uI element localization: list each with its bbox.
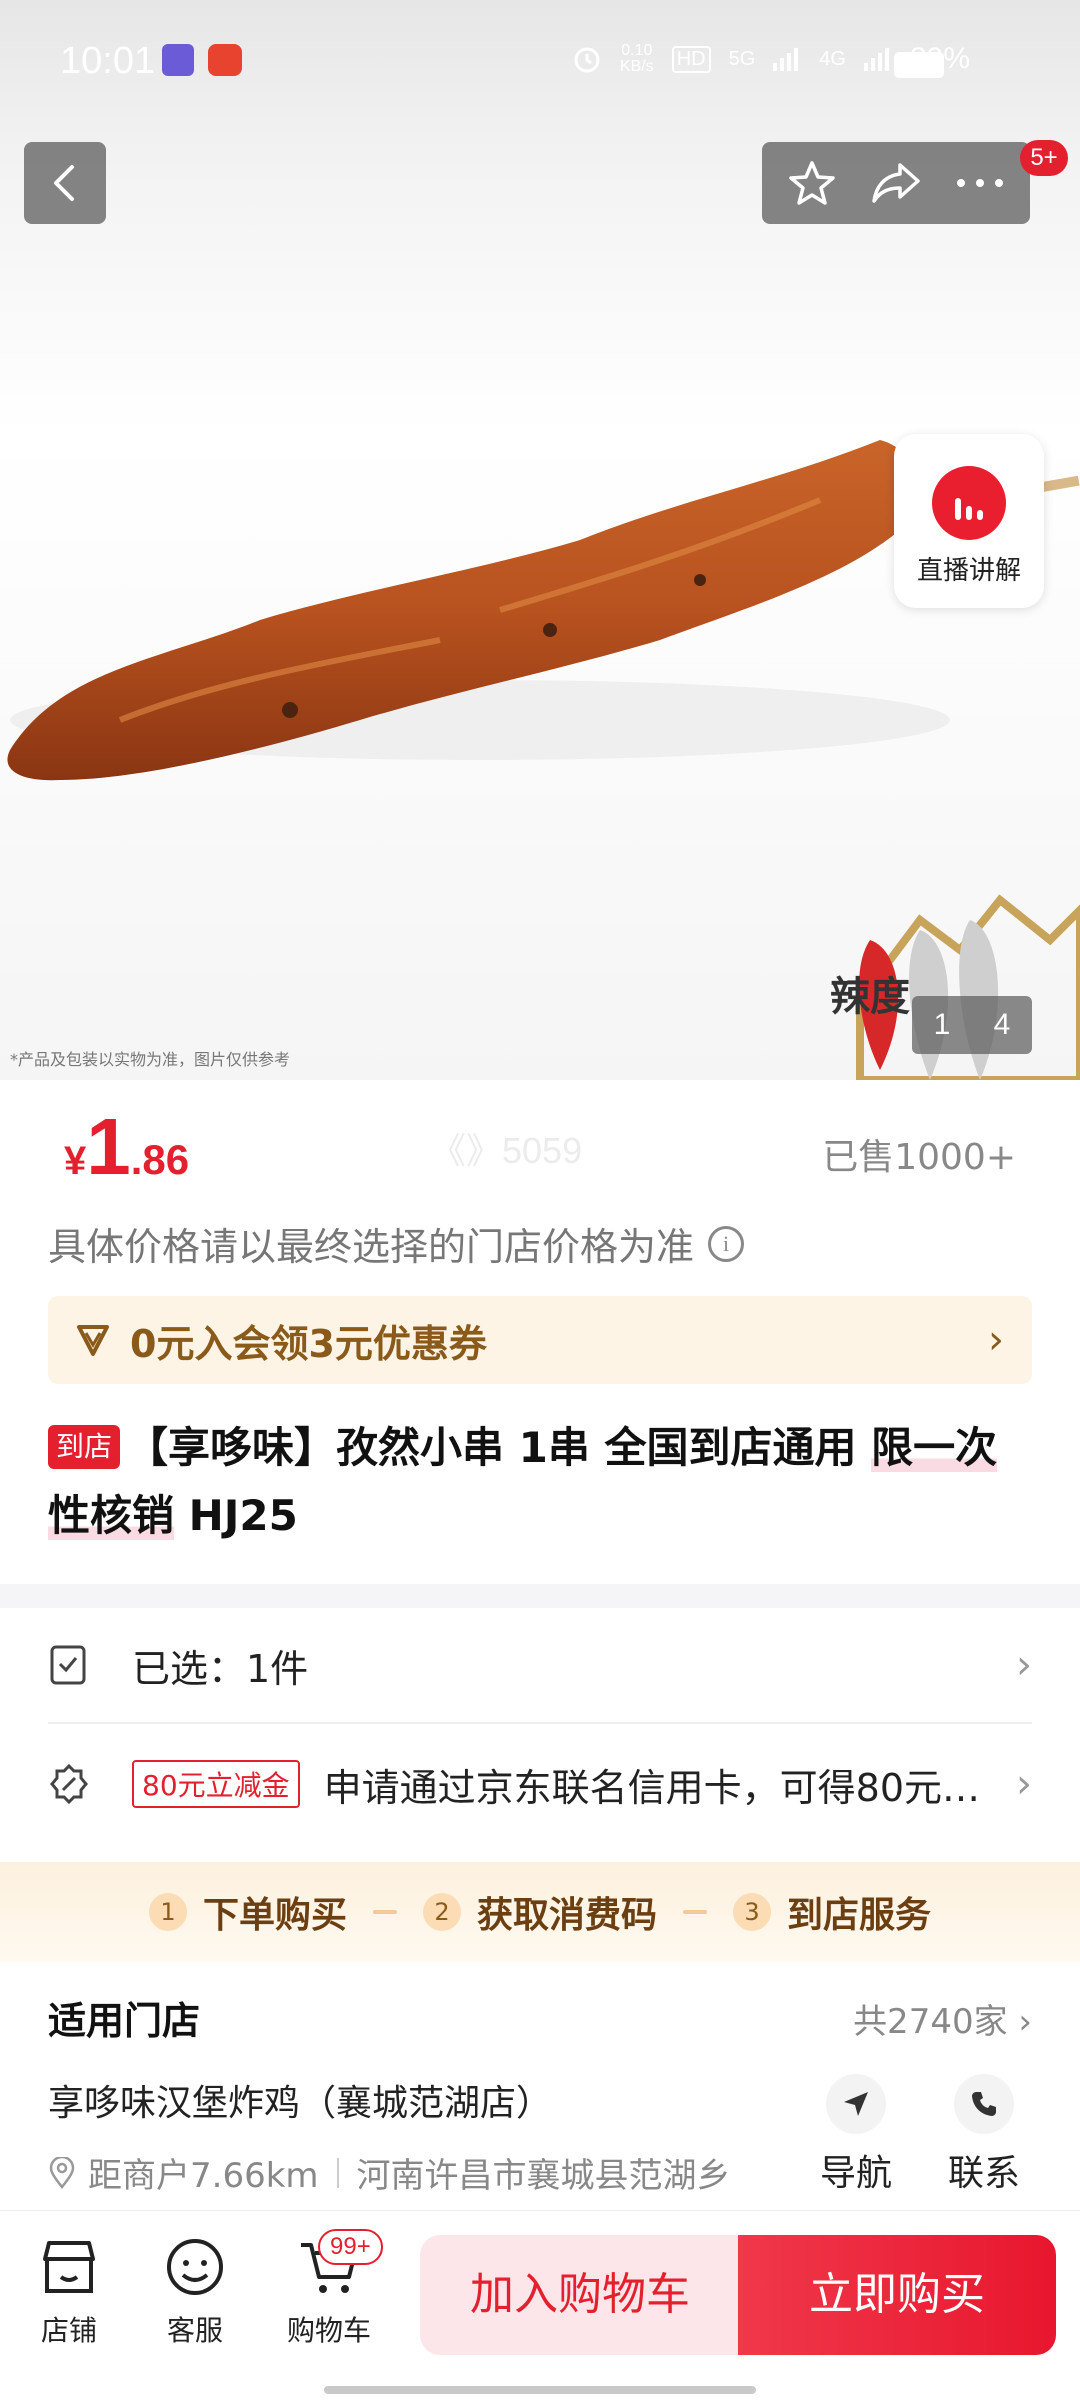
selection-row[interactable]: 已选：1件 › <box>48 1608 1032 1724</box>
store-address-text: 河南许昌市襄城县范湖乡 <box>356 2156 731 2196</box>
signal-5g: 5G <box>728 47 756 70</box>
signal-4g: 4G <box>819 47 846 70</box>
live-label: 直播讲解 <box>916 556 1021 586</box>
favorite-button[interactable] <box>782 153 842 213</box>
app-notification-icon <box>208 44 242 76</box>
live-explain-button[interactable]: 直播讲解 <box>894 434 1044 608</box>
price-currency: ¥ <box>64 1139 87 1183</box>
signal-icon <box>863 48 889 71</box>
store-distance: 距商户7.66km <box>88 2156 319 2196</box>
product-title: 到店 【享哆味】孜然小串 1串 全国到店通用 限一次性核销 HJ25 <box>48 1414 1038 1550</box>
star-icon <box>789 161 835 205</box>
shop-button[interactable]: 店铺 <box>14 2237 124 2349</box>
step-2: 2 获取消费码 <box>422 1886 657 1938</box>
section-divider <box>0 1584 1080 1608</box>
store-address: 距商户7.66km 河南许昌市襄城县范湖乡 <box>48 2148 778 2197</box>
add-to-cart-button[interactable]: 加入购物车 <box>420 2235 740 2355</box>
net-speed: 0.10 KB/s <box>619 42 654 75</box>
location-icon <box>49 2156 75 2189</box>
share-icon <box>872 163 920 203</box>
hd-icon: HD <box>671 45 711 73</box>
navigate-button[interactable]: 导航 <box>806 2074 906 2196</box>
contact-button[interactable]: 联系 <box>934 2074 1034 2196</box>
title-text: 【享哆味】孜然小串 1串 全国到店通用 <box>126 1423 872 1472</box>
in-store-tag: 到店 <box>48 1425 121 1469</box>
vip-icon <box>77 1325 109 1356</box>
alarm-icon <box>574 47 600 73</box>
buy-now-button[interactable]: 立即购买 <box>738 2235 1056 2355</box>
customer-service-button[interactable]: 客服 <box>140 2237 250 2349</box>
discount-icon <box>50 1763 88 1805</box>
step-3: 3 到店服务 <box>733 1886 931 1938</box>
sold-count: 已售1000+ <box>822 1137 1016 1178</box>
service-steps: 1 下单购买 2 获取消费码 3 到店服务 <box>0 1862 1080 1962</box>
image-total: 4 <box>993 1008 1011 1041</box>
message-badge: 5+ <box>1020 140 1068 176</box>
more-button[interactable] <box>950 153 1010 213</box>
selected-icon <box>50 1645 86 1685</box>
chevron-right-icon: › <box>988 1317 1004 1363</box>
image-counter: 1 4 <box>912 996 1032 1054</box>
image-disclaimer: *产品及包装以实物为准，图片仅供参考 <box>10 1050 291 1069</box>
step-1: 1 下单购买 <box>148 1886 347 1938</box>
top-action-group <box>762 142 1030 224</box>
price: ¥1.86 <box>64 1107 190 1187</box>
image-index: 1 <box>933 1008 951 1041</box>
status-time: 10:01 <box>60 40 156 82</box>
stores-title: 适用门店 <box>48 1999 201 2043</box>
back-button[interactable] <box>24 142 106 224</box>
back-icon <box>54 165 74 201</box>
selection-text: 已选：1件 <box>132 1646 309 1691</box>
stores-count-link[interactable]: 共2740家 › <box>853 1994 1032 2043</box>
shop-icon <box>43 2241 95 2293</box>
phone-icon <box>972 2092 996 2116</box>
title-code: HJ25 <box>174 1491 298 1540</box>
chevron-right-icon: › <box>1016 1642 1032 1688</box>
signal-icon <box>773 48 799 71</box>
price-decimal: .86 <box>130 1136 190 1183</box>
product-image-gallery[interactable]: 10:01 0.10 KB/s HD 5G 4G 89% <box>0 0 1080 1080</box>
app-notification-icon <box>162 44 194 76</box>
membership-coupon-banner[interactable]: 0元入会领3元优惠券 › <box>48 1296 1032 1384</box>
bottom-action-bar: 店铺 客服 购物车 99+ 加入购物车 立即购买 <box>0 2210 1080 2400</box>
price-integer: 1 <box>86 1102 131 1191</box>
step-arrow-icon <box>683 1910 707 1914</box>
price-note-text: 具体价格请以最终选择的门店价格为准 <box>48 1225 695 1269</box>
spicy-label: 辣度 <box>830 974 910 1020</box>
navigation-icon <box>844 2092 868 2116</box>
credit-offer-row[interactable]: 80元立减金 申请通过京东联名信用卡，可得80元立减金 › <box>48 1726 1032 1842</box>
watermark: 《》5059 <box>430 1130 583 1171</box>
price-note: 具体价格请以最终选择的门店价格为准 i <box>48 1216 745 1271</box>
step-arrow-icon <box>372 1910 397 1914</box>
info-icon[interactable]: i <box>708 1225 745 1262</box>
coupon-text: 0元入会领3元优惠券 <box>130 1321 487 1366</box>
credit-tag: 80元立减金 <box>132 1760 300 1808</box>
live-icon <box>932 466 1006 540</box>
battery-icon <box>894 52 944 78</box>
store-name[interactable]: 享哆味汉堡炸鸡（襄城范湖店） <box>48 2074 552 2126</box>
cart-badge: 99+ <box>318 2229 383 2265</box>
home-indicator[interactable] <box>324 2386 756 2394</box>
share-button[interactable] <box>866 153 926 213</box>
credit-text: 申请通过京东联名信用卡，可得80元立减金 <box>323 1765 1000 1810</box>
status-bar: 10:01 0.10 KB/s HD 5G 4G 89% <box>0 0 1080 126</box>
more-icon <box>957 179 1003 187</box>
chevron-right-icon: › <box>1016 1761 1032 1807</box>
service-icon <box>167 2239 223 2295</box>
